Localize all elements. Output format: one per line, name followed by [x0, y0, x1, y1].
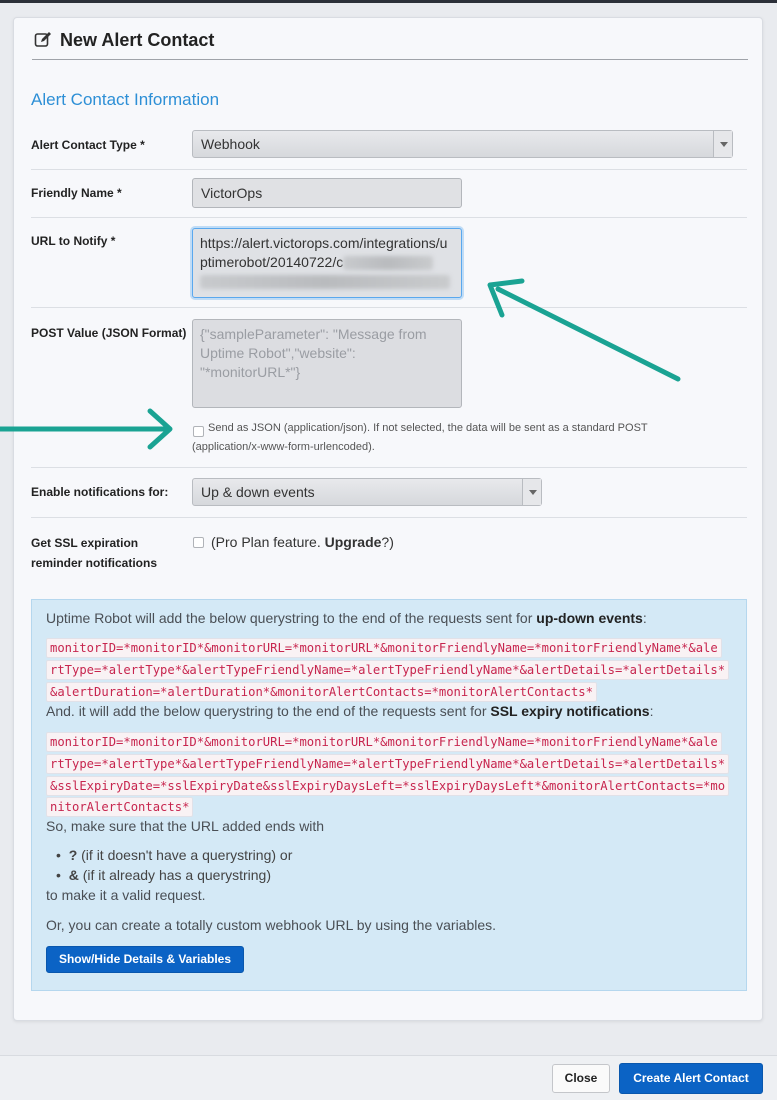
- alert-type-value: Webhook: [201, 136, 260, 152]
- send-json-text-2: (application/x-www-form-urlencoded).: [192, 441, 375, 453]
- bullet-question-mark: • ? (if it doesn't have a querystring) o…: [56, 847, 293, 863]
- querystring-line: rtType=*alertType*&alertTypeFriendlyName…: [46, 660, 730, 680]
- chevron-down-icon: [713, 131, 732, 157]
- up-down-intro: Uptime Robot will add the below querystr…: [46, 610, 647, 626]
- bullet-1-bold: ?: [68, 847, 78, 863]
- friendly-name-label: Friendly Name *: [31, 186, 122, 200]
- ssl-label-2: reminder notifications: [31, 556, 158, 570]
- ssl-checkbox[interactable]: [193, 537, 204, 548]
- show-hide-details-button[interactable]: Show/Hide Details & Variables: [46, 946, 244, 973]
- notifications-label: Enable notifications for:: [31, 485, 169, 499]
- redacted-text: [343, 256, 434, 271]
- ssl-querystring-line: nitorAlertContacts*: [46, 797, 194, 817]
- post-value-label: POST Value (JSON Format): [31, 326, 187, 340]
- make-sure-text: So, make sure that the URL added ends wi…: [46, 818, 325, 834]
- alert-type-select[interactable]: Webhook: [192, 130, 733, 158]
- close-button[interactable]: Close: [552, 1064, 610, 1093]
- send-json-text-1: Send as JSON (application/json). If not …: [208, 422, 648, 434]
- new-alert-contact-modal: New Alert Contact Alert Contact Informat…: [13, 17, 763, 1021]
- ssl-intro: And. it will add the below querystring t…: [46, 703, 654, 719]
- ssl-querystring-line: &sslExpiryDate=*sslExpiryDate&sslExpiryD…: [46, 776, 730, 796]
- annotation-arrow-checkbox: [0, 408, 173, 450]
- ssl-querystring-line: monitorID=*monitorID*&monitorURL=*monito…: [46, 732, 722, 752]
- ssl-querystring-line: rtType=*alertType*&alertTypeFriendlyName…: [46, 754, 730, 774]
- edit-icon: [34, 32, 51, 47]
- url-textarea[interactable]: https://alert.victorops.com/integrations…: [192, 228, 462, 298]
- post-value-textarea[interactable]: {"sampleParameter": "Message from Uptime…: [192, 319, 462, 408]
- up-down-intro-text: Uptime Robot will add the below querystr…: [46, 610, 537, 626]
- post-placeholder-line-2: Uptime Robot","website":: [200, 345, 356, 361]
- up-down-intro-bold: up-down events: [536, 610, 643, 626]
- notifications-value: Up & down events: [201, 484, 315, 500]
- valid-request-text: to make it a valid request.: [46, 887, 206, 903]
- url-line-1: https://alert.victorops.com/integrations…: [200, 235, 448, 251]
- ssl-intro-post: :: [649, 703, 654, 719]
- friendly-name-row: Friendly Name * VictorOps: [31, 170, 747, 218]
- querystring-line: &alertDuration=*alertDuration*&monitorAl…: [46, 682, 597, 702]
- ssl-pro-text: (Pro Plan feature. Upgrade?): [211, 534, 394, 550]
- ssl-pro-text-pre: (Pro Plan feature.: [211, 534, 325, 550]
- send-json-checkbox[interactable]: [193, 426, 204, 437]
- modal-header: New Alert Contact: [32, 30, 748, 60]
- top-bar: [0, 0, 777, 3]
- ssl-row: Get SSL expiration reminder notification…: [31, 518, 747, 588]
- url-label: URL to Notify *: [31, 234, 116, 248]
- bullet-2-bold: &: [68, 867, 79, 883]
- bullet-ampersand: • & (if it already has a querystring): [56, 867, 272, 883]
- redacted-text: [200, 275, 450, 290]
- notifications-select[interactable]: Up & down events: [192, 478, 542, 506]
- custom-webhook-text: Or, you can create a totally custom webh…: [46, 917, 497, 933]
- modal-title: New Alert Contact: [60, 30, 215, 50]
- querystring-line: monitorID=*monitorID*&monitorURL=*monito…: [46, 638, 722, 658]
- ssl-pro-text-post: ?): [381, 534, 394, 550]
- bullet-2-text: (if it already has a querystring): [78, 867, 272, 883]
- webhook-info-box: Uptime Robot will add the below querystr…: [31, 599, 747, 991]
- create-alert-contact-button[interactable]: Create Alert Contact: [619, 1063, 763, 1094]
- alert-type-row: Alert Contact Type * Webhook: [31, 122, 747, 170]
- notifications-row: Enable notifications for: Up & down even…: [31, 468, 747, 518]
- ssl-intro-text: And. it will add the below querystring t…: [46, 703, 491, 719]
- post-placeholder-line-3: "*monitorURL*"}: [200, 364, 301, 380]
- upgrade-link[interactable]: Upgrade: [325, 534, 382, 550]
- chevron-down-icon: [522, 479, 541, 505]
- alert-type-label: Alert Contact Type *: [31, 138, 145, 152]
- section-title: Alert Contact Information: [31, 90, 220, 109]
- post-placeholder-line-1: {"sampleParameter": "Message from: [200, 326, 427, 342]
- up-down-intro-post: :: [642, 610, 647, 626]
- annotation-arrow-url: [487, 278, 681, 382]
- friendly-name-input[interactable]: VictorOps: [192, 178, 462, 208]
- url-line-2: ptimerobot/20140722/c: [200, 254, 344, 270]
- ssl-intro-bold: SSL expiry notifications: [490, 703, 650, 719]
- bullet-1-text: (if it doesn't have a querystring) or: [77, 847, 293, 863]
- modal-footer: Close Create Alert Contact: [0, 1055, 777, 1100]
- ssl-label-1: Get SSL expiration: [31, 536, 139, 550]
